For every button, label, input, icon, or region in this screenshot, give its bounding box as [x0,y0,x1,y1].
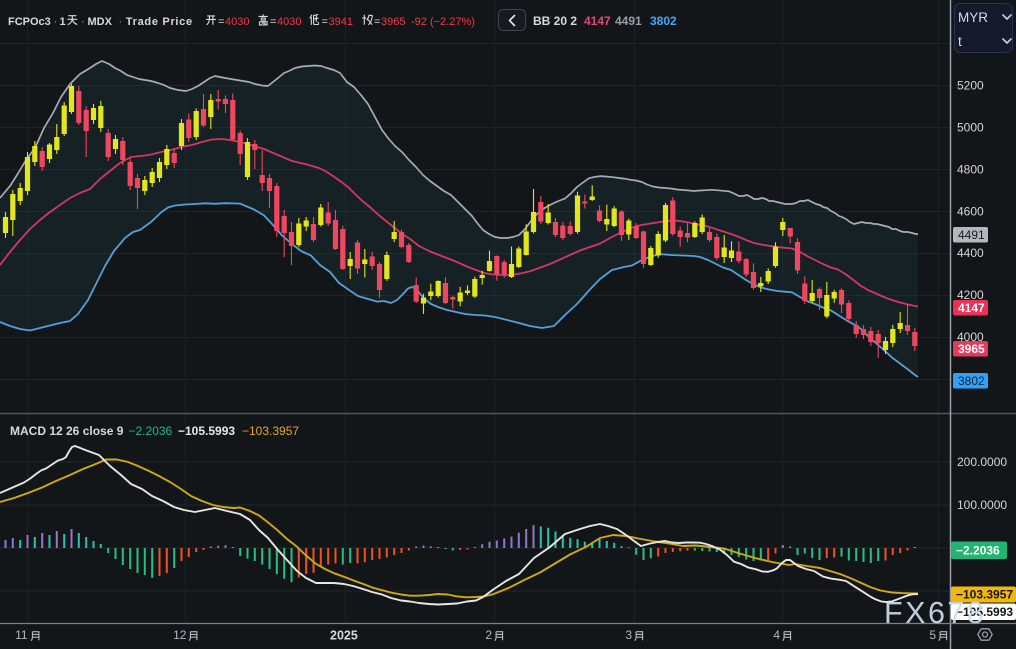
svg-text:t: t [958,34,962,49]
svg-text:=: = [270,16,276,28]
svg-text:MYR: MYR [958,10,988,25]
svg-text:3965: 3965 [958,342,985,356]
svg-text:−2.2036: −2.2036 [956,543,1000,557]
svg-text:FCPOc3: FCPOc3 [8,16,51,28]
svg-text:200.0000: 200.0000 [957,455,1007,469]
svg-text:=: = [322,16,328,28]
svg-text:−105.5993: −105.5993 [178,424,235,438]
svg-text:−2.2036: −2.2036 [129,424,173,438]
svg-text:5000: 5000 [957,121,984,135]
svg-text:4030: 4030 [277,16,301,28]
svg-text:·: · [81,16,85,28]
svg-text:·: · [54,16,58,28]
svg-text:100.0000: 100.0000 [957,498,1007,512]
svg-text:·: · [119,16,123,28]
svg-text:3965: 3965 [381,16,405,28]
svg-text:2: 2 [485,628,492,642]
svg-text:4147: 4147 [584,14,611,28]
svg-text:3941: 3941 [329,16,353,28]
svg-text:11: 11 [15,628,28,642]
svg-text:MDX: MDX [88,16,113,28]
svg-text:1: 1 [60,16,66,28]
svg-text:=: = [374,16,380,28]
svg-text:BB 20 2: BB 20 2 [533,14,577,28]
svg-text:4400: 4400 [957,246,984,260]
svg-text:4030: 4030 [225,16,249,28]
svg-text:4147: 4147 [958,301,985,315]
svg-text:-92 (−2.27%): -92 (−2.27%) [411,16,475,28]
svg-text:−103.3957: −103.3957 [242,424,299,438]
svg-text:4491: 4491 [958,228,985,242]
svg-text:4: 4 [773,628,780,642]
svg-text:12: 12 [173,628,187,642]
svg-text:MACD 12 26 close 9: MACD 12 26 close 9 [10,424,124,438]
svg-text:3802: 3802 [958,374,985,388]
svg-text:5: 5 [929,628,936,642]
svg-text:3: 3 [625,628,632,642]
svg-text:4800: 4800 [957,163,984,177]
svg-text:4600: 4600 [957,205,984,219]
svg-text:FX678: FX678 [884,596,986,630]
svg-text:Trade Price: Trade Price [126,16,193,28]
svg-text:2025: 2025 [330,629,358,643]
svg-text:4491: 4491 [615,14,642,28]
svg-text:5200: 5200 [957,79,984,93]
svg-text:=: = [218,16,224,28]
svg-text:3802: 3802 [650,14,677,28]
